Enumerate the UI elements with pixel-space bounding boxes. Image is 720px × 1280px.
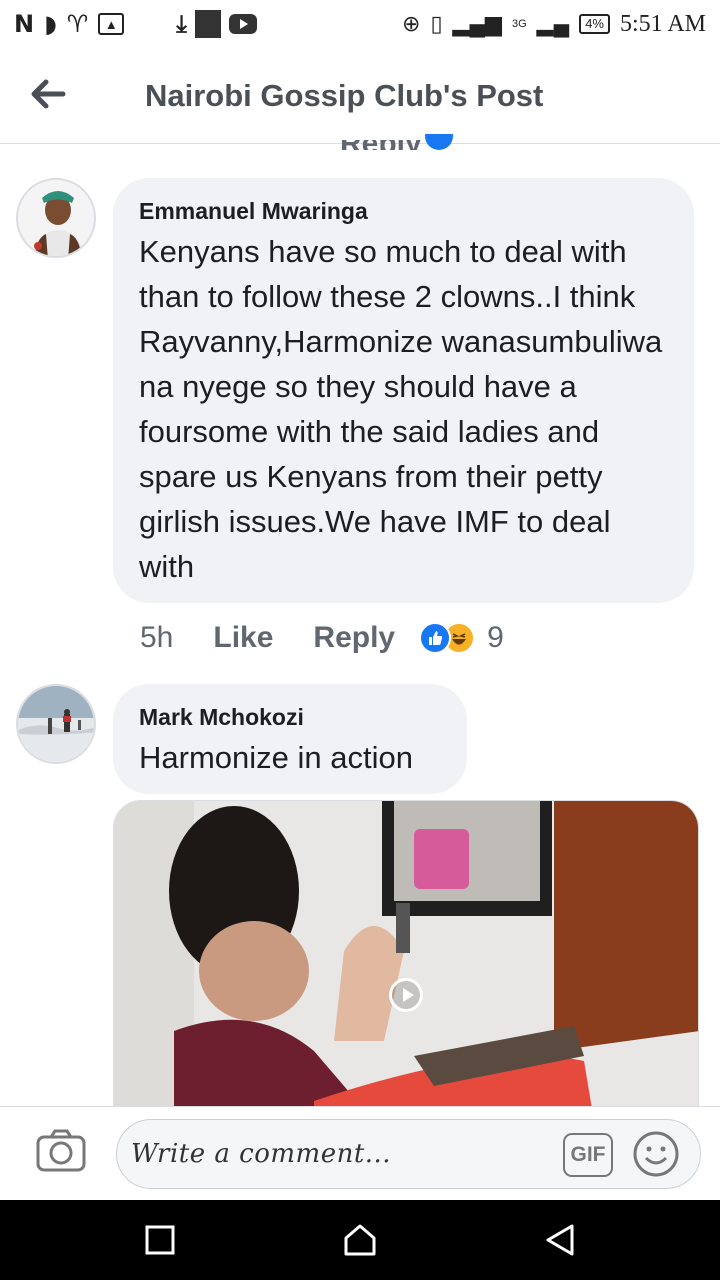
- like-button[interactable]: Like: [213, 621, 273, 655]
- app-thumbnail-icon: [194, 10, 221, 38]
- comment-author[interactable]: Emmanuel Mwaringa: [139, 198, 668, 225]
- download-icon: ⤓: [176, 10, 187, 38]
- reaction-count: 9: [487, 621, 504, 654]
- comment-composer: Write a comment... GIF: [0, 1106, 720, 1200]
- previous-reaction-icon: [425, 134, 453, 150]
- emoji-button[interactable]: [632, 1130, 680, 1178]
- image-icon: ▲: [98, 13, 125, 35]
- avatar-image: [18, 180, 94, 256]
- camera-button[interactable]: [36, 1129, 86, 1173]
- page-title: Nairobi Gossip Club's Post: [145, 78, 544, 113]
- gif-button[interactable]: GIF: [563, 1133, 613, 1177]
- comment-bubble[interactable]: Emmanuel Mwaringa Kenyans have so much t…: [113, 178, 694, 603]
- video-attachment[interactable]: [113, 800, 699, 1120]
- network-type: 3G: [511, 18, 527, 30]
- comment-timestamp[interactable]: 5h: [140, 621, 173, 655]
- avatar[interactable]: [16, 684, 96, 764]
- avatar-image: [18, 686, 94, 762]
- video-thumbnail: [114, 801, 698, 1119]
- shirt-icon: ♈: [66, 10, 89, 38]
- comment-placeholder: Write a comment...: [131, 1139, 392, 1169]
- triangle-back-icon: [546, 1224, 574, 1256]
- comment-input[interactable]: Write a comment... GIF: [116, 1119, 701, 1189]
- clock: 5:51 AM: [619, 10, 706, 37]
- arrow-left-icon: [31, 79, 66, 109]
- play-icon[interactable]: [389, 978, 423, 1012]
- comment-text: Kenyans have so much to deal with than t…: [139, 234, 663, 584]
- comment-text: Harmonize in action: [139, 740, 413, 775]
- recent-apps-button[interactable]: [140, 1220, 180, 1260]
- battery-indicator: 4%: [579, 14, 610, 34]
- reply-button[interactable]: Reply: [313, 621, 395, 655]
- avatar[interactable]: [16, 178, 96, 258]
- notification-app-icon: ◗: [44, 10, 57, 38]
- youtube-icon: [228, 14, 257, 34]
- notification-n-icon: N: [14, 10, 35, 38]
- comment-author[interactable]: Mark Mchokozi: [139, 704, 441, 731]
- home-icon: [344, 1224, 376, 1256]
- back-button[interactable]: [28, 74, 68, 114]
- back-nav-button[interactable]: [540, 1220, 580, 1260]
- status-bar: N ◗ ♈ ▲ ⤓ ⊕ ▯ ▂▄▆ 3G ▂▄ 4% 5:51 AM: [0, 0, 720, 48]
- vibrate-icon: ▯: [430, 11, 443, 36]
- square-icon: [145, 1225, 175, 1255]
- reaction-summary[interactable]: 9: [419, 621, 504, 655]
- home-button[interactable]: [340, 1220, 380, 1260]
- signal-icon: ▂▄▆: [452, 11, 502, 36]
- smiley-icon: [633, 1131, 679, 1177]
- data-saver-icon: ⊕: [402, 11, 421, 36]
- camera-icon: [36, 1129, 86, 1172]
- post-header: Nairobi Gossip Club's Post: [0, 48, 720, 144]
- system-navigation-bar: [0, 1200, 720, 1280]
- signal-icon-2: ▂▄: [536, 11, 570, 36]
- like-reaction-icon: [419, 622, 452, 654]
- comment-actions: 5h Like Reply 9: [140, 614, 504, 662]
- comment-bubble[interactable]: Mark Mchokozi Harmonize in action: [113, 684, 467, 794]
